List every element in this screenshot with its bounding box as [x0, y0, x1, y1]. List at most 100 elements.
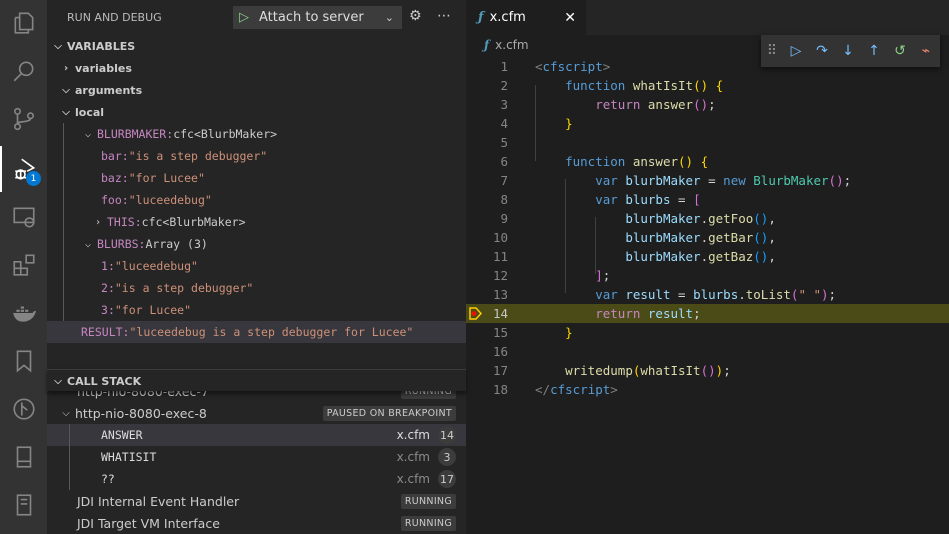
chevron-down-icon: ⌄ — [384, 11, 394, 24]
code-text: function whatIsIt() { — [535, 76, 723, 95]
device-icon[interactable] — [0, 434, 47, 480]
code-text: var blurbs = [ — [535, 190, 700, 209]
code-line[interactable]: 10 blurbMaker.getBar(), — [466, 228, 949, 247]
code-token: getBaz — [708, 249, 754, 264]
code-line[interactable]: 6 function answer() { — [466, 152, 949, 171]
code-line[interactable]: 1 <cfscript> — [466, 57, 949, 76]
thread-row[interactable]: JDI Internal Event Handler RUNNING — [47, 490, 466, 512]
code-token: result — [625, 287, 671, 302]
breadcrumb[interactable]: ƒ x.cfm — [484, 38, 529, 52]
variable-row[interactable]: › THIS: cfc<BlurbMaker> — [47, 211, 466, 233]
code-line[interactable]: 14 return result; — [466, 304, 949, 323]
scope-arguments[interactable]: ⌵ arguments — [47, 79, 466, 101]
variable-value: "is a step debugger" — [114, 281, 254, 295]
chevron-down-icon: ⌵ — [54, 375, 62, 387]
code-token: ; — [693, 306, 701, 321]
thread-name: JDI Internal Event Handler — [77, 493, 240, 509]
breakpoint-current-icon[interactable] — [469, 307, 482, 320]
docker-icon[interactable] — [0, 290, 47, 336]
scope-label: arguments — [75, 83, 143, 97]
code-token: . — [738, 287, 746, 302]
code-token: ) — [821, 287, 829, 302]
code-token: ] — [595, 268, 603, 283]
line-number: 13 — [492, 287, 508, 302]
separator: : — [121, 149, 129, 163]
line-number: 1 — [500, 59, 508, 74]
variable-row[interactable]: 2: "is a step debugger" — [47, 277, 466, 299]
tab-x-cfm[interactable]: ƒ x.cfm ✕ — [466, 0, 586, 35]
close-icon[interactable]: ✕ — [564, 10, 576, 26]
variable-row[interactable]: foo: "luceedebug" — [47, 189, 466, 211]
code-line[interactable]: 17 writedump(whatIsIt()); — [466, 361, 949, 380]
line-number: 9 — [500, 211, 508, 226]
code-line[interactable]: 2 function whatIsIt() { — [466, 76, 949, 95]
remote-explorer-icon[interactable] — [0, 194, 47, 240]
git-graph-icon[interactable] — [0, 386, 47, 432]
code-token: writedump — [565, 363, 633, 378]
code-line[interactable]: 7 var blurbMaker = new BlurbMaker(); — [466, 171, 949, 190]
variable-row[interactable]: ⌵ BLURBMAKER: cfc<BlurbMaker> — [47, 123, 466, 145]
code-line[interactable]: 13 var result = blurbs.toList(" "); — [466, 285, 949, 304]
code-token: var — [595, 173, 618, 188]
code-line[interactable]: 9 blurbMaker.getFoo(), — [466, 209, 949, 228]
variable-row[interactable]: baz: "for Lucee" — [47, 167, 466, 189]
code-line[interactable]: 18 </cfscript> — [466, 380, 949, 399]
code-line[interactable]: 16 — [466, 342, 949, 361]
stack-frame[interactable]: ANSWER x.cfm 14 — [47, 424, 466, 446]
thread-status-badge: PAUSED ON BREAKPOINT — [322, 405, 456, 421]
explorer-icon[interactable] — [0, 0, 47, 46]
code-line[interactable]: 8 var blurbs = [ — [466, 190, 949, 209]
code-token: getBar — [708, 230, 754, 245]
code-token: } — [565, 116, 573, 131]
variable-value: "luceedebug" — [114, 259, 198, 273]
section-title: VARIABLES — [67, 39, 136, 53]
stack-frame[interactable]: WHATISIT x.cfm 3 — [47, 446, 466, 468]
scope-local[interactable]: ⌵ local — [47, 101, 466, 123]
variable-row[interactable]: RESULT: "luceedebug is a step debugger f… — [47, 321, 466, 343]
variable-row[interactable]: ⌵ BLURBS: Array (3) — [47, 233, 466, 255]
code-line[interactable]: 5 — [466, 133, 949, 152]
line-number: 3 — [500, 97, 508, 112]
book-icon[interactable] — [0, 482, 47, 528]
more-actions-icon[interactable]: ⋯ — [437, 8, 451, 24]
variable-row[interactable]: 1: "luceedebug" — [47, 255, 466, 277]
code-line[interactable]: 11 blurbMaker.getBaz(), — [466, 247, 949, 266]
variable-value: cfc<BlurbMaker> — [173, 127, 278, 141]
extensions-icon[interactable] — [0, 242, 47, 288]
call-stack-section-header[interactable]: ⌵ CALL STACK — [47, 369, 466, 391]
gear-icon[interactable]: ⚙ — [409, 8, 422, 24]
code-token: var — [595, 287, 618, 302]
start-debugging-icon[interactable]: ▷ — [239, 10, 249, 25]
tab-label: x.cfm — [489, 10, 526, 25]
thread-row[interactable]: JDI Target VM Interface RUNNING — [47, 512, 466, 534]
variables-section-header[interactable]: ⌵ VARIABLES — [47, 35, 466, 57]
run-debug-icon[interactable]: 1 — [0, 146, 47, 192]
code-token: > — [602, 59, 611, 74]
thread-row[interactable]: ⌵ http-nio-8080-exec-8 PAUSED ON BREAKPOIN… — [47, 402, 466, 424]
launch-config-dropdown[interactable]: ▷ Attach to server ⌄ — [233, 6, 402, 29]
code-line[interactable]: 15 } — [466, 323, 949, 342]
code-token: ( — [678, 154, 686, 169]
code-token: blurbMaker — [625, 211, 701, 226]
stack-frame[interactable]: ?? x.cfm 17 — [47, 468, 466, 490]
source-control-icon[interactable] — [0, 96, 47, 142]
code-token: cfscript — [550, 382, 611, 397]
code-line[interactable]: 12 ]; — [466, 266, 949, 285]
scope-variables[interactable]: › variables — [47, 57, 466, 79]
code-token: var — [595, 192, 618, 207]
search-icon[interactable] — [0, 48, 47, 94]
separator: : — [121, 193, 129, 207]
code-token: = — [670, 192, 694, 207]
thread-status-badge: RUNNING — [400, 493, 456, 509]
variable-row[interactable]: bar: "is a step debugger" — [47, 145, 466, 167]
code-line[interactable]: 4 } — [466, 114, 949, 133]
code-line[interactable]: 3 return answer(); — [466, 95, 949, 114]
variable-row[interactable]: 3: "for Lucee" — [47, 299, 466, 321]
bookmarks-icon[interactable] — [0, 338, 47, 384]
